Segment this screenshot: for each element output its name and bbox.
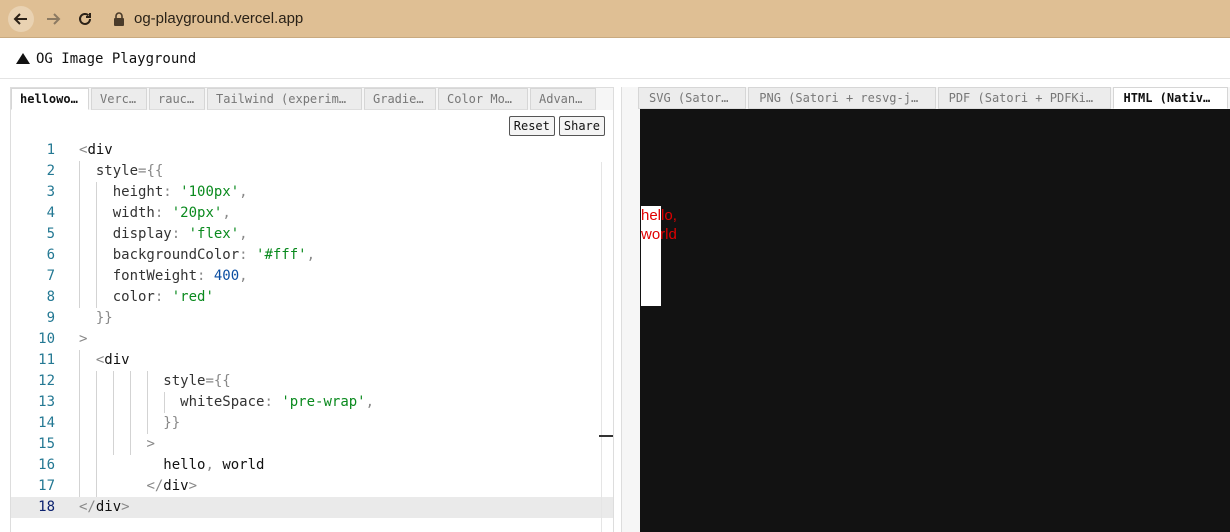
app-title: OG Image Playground xyxy=(36,50,197,67)
code-line: 4 width: '20px', xyxy=(11,203,613,224)
code-line-current: 18 </div> xyxy=(11,497,613,518)
code-area[interactable]: 1 <div 2 style={{ 3 height: '100px', 4 wi… xyxy=(11,140,613,518)
tab-helloworld[interactable]: hellowo… xyxy=(11,88,89,110)
line-number: 8 xyxy=(46,289,55,305)
reload-button[interactable] xyxy=(72,6,98,32)
code-line: 9 }} xyxy=(11,308,613,329)
tab-tailwind[interactable]: Tailwind (experime… xyxy=(207,88,362,110)
code-line: 15 > xyxy=(11,434,613,455)
code-line: 14 }} xyxy=(11,413,613,434)
code-line: 17 </div> xyxy=(11,476,613,497)
code-token: style xyxy=(95,163,139,179)
line-number: 10 xyxy=(38,331,55,347)
line-number: 6 xyxy=(46,247,55,263)
tab-advanced[interactable]: Advan… xyxy=(530,88,596,110)
line-number: 11 xyxy=(38,352,55,368)
code-token: world xyxy=(222,457,265,473)
triangle-logo-icon xyxy=(16,53,30,64)
code-line: 16 hello, world xyxy=(11,455,613,476)
code-token: hello xyxy=(163,457,206,473)
code-line: 13 whiteSpace: 'pre-wrap', xyxy=(11,392,613,413)
line-number: 12 xyxy=(38,373,55,389)
scrollbar-cursor-marker xyxy=(599,435,613,437)
browser-toolbar: og-playground.vercel.app xyxy=(0,0,1230,38)
code-token: div xyxy=(95,499,122,515)
code-token: fontWeight xyxy=(112,268,198,284)
preview-pane: SVG (Satori) PNG (Satori + resvg-js) PDF… xyxy=(621,87,1230,532)
share-button[interactable]: Share xyxy=(558,116,605,136)
reset-button[interactable]: Reset xyxy=(508,116,555,136)
code-token: whiteSpace xyxy=(180,394,265,410)
lock-icon[interactable] xyxy=(112,11,126,27)
line-number: 5 xyxy=(46,226,55,242)
code-token: div xyxy=(163,478,189,494)
render-mode-tabs: SVG (Satori) PNG (Satori + resvg-js) PDF… xyxy=(622,87,1230,109)
app-header: OG Image Playground xyxy=(0,39,1230,79)
example-tabs: hellowo… Verc… rauc… Tailwind (experime…… xyxy=(11,88,613,110)
preview-canvas: hello, world xyxy=(640,109,1230,532)
code-token: color xyxy=(112,289,155,305)
tab-png-satori-resvg[interactable]: PNG (Satori + resvg-js) xyxy=(748,87,936,109)
line-number: 4 xyxy=(46,205,55,221)
editor-toolbar: Reset Share xyxy=(508,116,605,136)
code-token: display xyxy=(112,226,172,242)
forward-button[interactable] xyxy=(40,6,66,32)
line-number: 16 xyxy=(38,457,55,473)
line-number: 7 xyxy=(46,268,55,284)
line-number: 1 xyxy=(46,142,55,158)
code-token: '#fff' xyxy=(256,247,307,263)
code-token: 'pre-wrap' xyxy=(281,394,366,410)
code-line: 5 display: 'flex', xyxy=(11,224,613,245)
line-number: 3 xyxy=(46,184,55,200)
line-number: 14 xyxy=(38,415,55,431)
code-line: 2 style={{ xyxy=(11,161,613,182)
code-editor[interactable]: Reset Share 1 <div 2 style={{ 3 height: '… xyxy=(11,110,613,532)
code-token: width xyxy=(112,205,155,221)
code-token: 'flex' xyxy=(188,226,240,242)
tab-rauchg[interactable]: rauc… xyxy=(149,88,205,110)
rendered-text: hello, world xyxy=(641,207,682,243)
tab-svg-satori[interactable]: SVG (Satori) xyxy=(638,87,747,109)
code-line: 8 color: 'red' xyxy=(11,287,613,308)
code-line: 11 <div xyxy=(11,350,613,371)
code-line: 1 <div xyxy=(11,140,613,161)
reload-icon xyxy=(79,12,91,25)
code-token: 'red' xyxy=(171,289,214,305)
code-line: 3 height: '100px', xyxy=(11,182,613,203)
line-number: 9 xyxy=(46,310,55,326)
code-token: style xyxy=(163,373,206,389)
editor-scrollbar[interactable] xyxy=(601,162,613,532)
line-number: 2 xyxy=(46,163,55,179)
code-token: div xyxy=(104,352,130,368)
back-button[interactable] xyxy=(8,5,34,32)
code-line: 12 style={{ xyxy=(11,371,613,392)
address-bar[interactable]: og-playground.vercel.app xyxy=(134,10,303,27)
tab-pdf-satori-pdfkit[interactable]: PDF (Satori + PDFKit) xyxy=(937,87,1111,109)
editor-pane: hellowo… Verc… rauc… Tailwind (experime…… xyxy=(10,87,614,532)
line-number: 17 xyxy=(38,478,55,494)
tab-html-native[interactable]: HTML (Native) xyxy=(1112,87,1228,109)
line-number: 15 xyxy=(38,436,55,452)
code-line: 7 fontWeight: 400, xyxy=(11,266,613,287)
code-token: '20px' xyxy=(171,205,223,221)
line-number: 13 xyxy=(38,394,55,410)
code-line: 10 > xyxy=(11,329,613,350)
tab-gradient[interactable]: Gradie… xyxy=(364,88,436,110)
tab-color-models[interactable]: Color Mod… xyxy=(438,88,528,110)
arrow-left-icon xyxy=(13,12,27,25)
code-token: div xyxy=(87,142,113,158)
arrow-right-icon xyxy=(47,12,61,25)
code-line: 6 backgroundColor: '#fff', xyxy=(11,245,613,266)
line-number: 18 xyxy=(38,499,55,515)
code-token: 400 xyxy=(213,268,240,284)
code-token: height xyxy=(112,184,164,200)
code-token: '100px' xyxy=(180,184,240,200)
tab-vercel[interactable]: Verc… xyxy=(91,88,147,110)
code-token: backgroundColor xyxy=(112,247,240,263)
